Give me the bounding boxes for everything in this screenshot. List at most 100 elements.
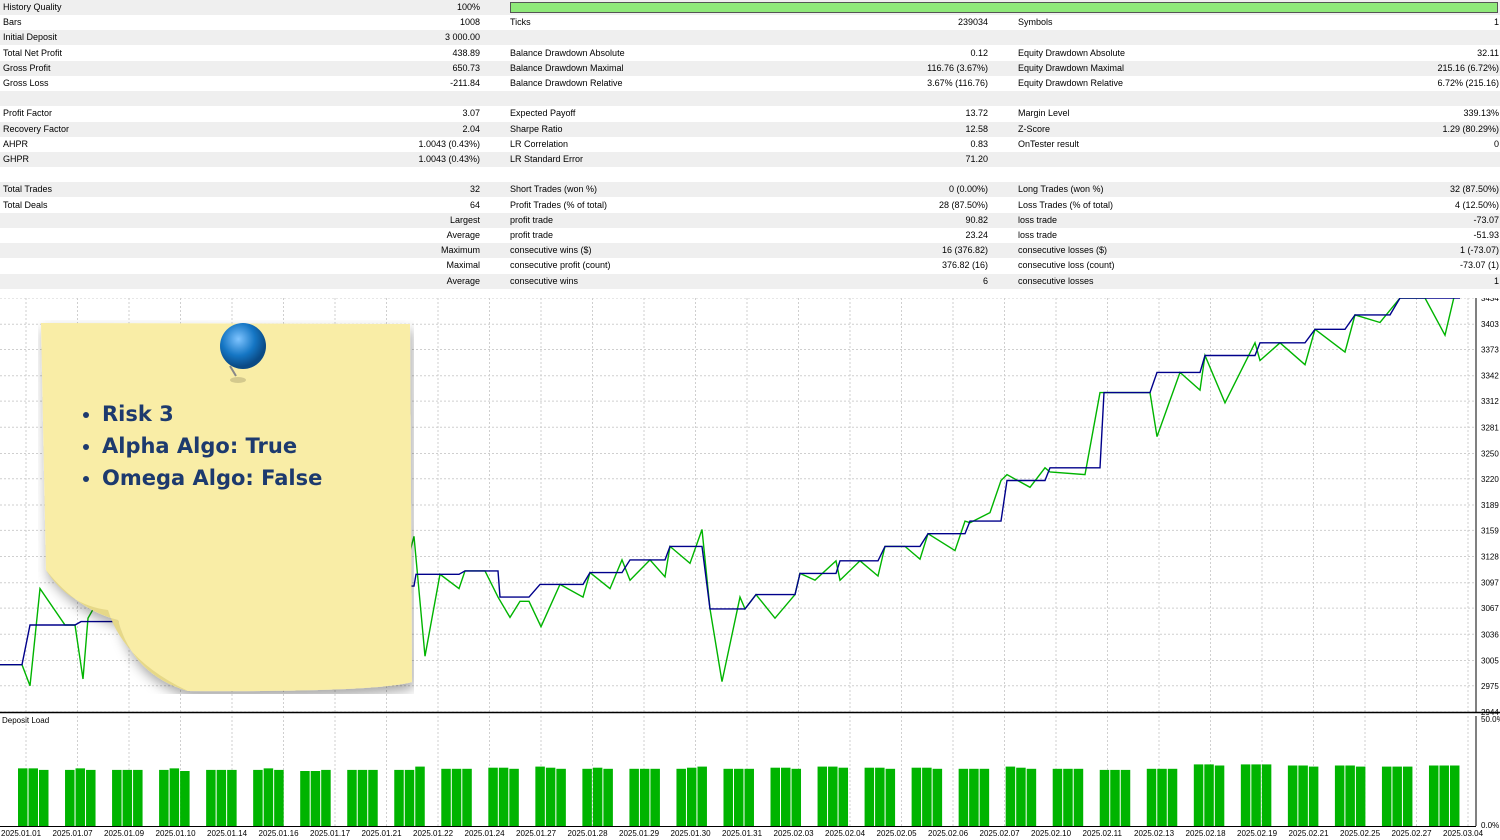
stat-label (1018, 167, 1278, 182)
stat-value: 28 (87.50%) (938, 199, 988, 210)
stat-value: -73.07 (1473, 214, 1499, 225)
deposit-load-bar (462, 768, 472, 826)
stat-label: Equity Drawdown Relative (1018, 78, 1124, 88)
deposit-load-bar (1334, 765, 1345, 826)
stat-value: 116.76 (3.67%) (927, 62, 988, 73)
deposit-load-bar (1240, 764, 1251, 826)
deposit-load-bar (1005, 766, 1016, 826)
y-tick-label: 3067 (1481, 604, 1499, 613)
stat-value (300, 167, 480, 182)
deposit-load-bar (922, 767, 932, 826)
stats-row: Bars 1008 Ticks 239034 Symbols 1 (0, 15, 1500, 30)
stat-value: 1.29 (80.29%) (1442, 123, 1499, 134)
deposit-load-bar (498, 767, 509, 826)
stats-row: Maximal consecutive profit (count) 376.82 … (0, 258, 1500, 273)
x-tick-label: 2025.02.25 (1340, 829, 1381, 838)
stat-label (3, 213, 263, 228)
deposit-load-bar (1073, 768, 1084, 826)
deposit-load-bar (1016, 767, 1026, 826)
y-tick-label: 0.0% (1481, 821, 1499, 830)
x-tick-label: 2025.01.22 (413, 829, 454, 838)
stat-value: 4 (12.50%) (1454, 199, 1499, 210)
note-item-omega: Omega Algo: False (102, 462, 322, 494)
stat-label: Short Trades (won %) (510, 184, 598, 195)
deposit-load-bar (1157, 768, 1167, 826)
deposit-load-bar (1099, 769, 1110, 826)
stat-value (1300, 152, 1499, 167)
deposit-load-bar (368, 769, 378, 826)
y-tick-label: 50.0% (1481, 715, 1500, 724)
stat-value: 3 000.00 (444, 32, 480, 43)
deposit-load-bar (723, 768, 733, 826)
deposit-load-bar (828, 766, 838, 826)
x-tick-label: 2025.03.04 (1443, 829, 1484, 838)
stat-value: 32.11 (1477, 47, 1499, 58)
deposit-load-bar (347, 769, 357, 826)
deposit-load-bar (300, 771, 310, 826)
deposit-load-bar (1287, 765, 1298, 826)
y-tick-label: 3220 (1481, 475, 1499, 484)
stat-label: Balance Drawdown Absolute (510, 47, 625, 58)
deposit-load-bar (169, 768, 180, 826)
push-pin-icon (220, 323, 266, 369)
deposit-load-bar (864, 767, 875, 826)
x-tick-label: 2025.01.28 (568, 829, 609, 838)
stat-label: LR Standard Error (510, 154, 584, 164)
deposit-load-bar (838, 767, 849, 826)
sticky-note-paper (41, 323, 412, 692)
stat-label: Profit Trades (% of total) (510, 199, 608, 210)
stat-value: 32 (87.50%) (1449, 184, 1499, 195)
deposit-load-bar (206, 769, 216, 826)
stat-value: 0.83 (970, 138, 988, 149)
deposit-load-bar (509, 768, 519, 826)
deposit-load-bar (781, 767, 791, 826)
stat-label: consecutive losses (1018, 275, 1094, 286)
stats-row: GHPR 1.0043 (0.43%) LR Standard Error 71.20 (0, 152, 1500, 167)
stat-label (510, 30, 770, 45)
stat-label (510, 167, 770, 182)
stat-label: Profit Factor (3, 108, 53, 119)
deposit-load-bar (263, 768, 274, 826)
stat-value: Average (446, 275, 480, 286)
stat-value: Maximal (446, 260, 480, 271)
deposit-load-bar (535, 766, 545, 826)
deposit-load-bar (969, 768, 979, 826)
stat-label: Z-Score (1018, 123, 1051, 134)
x-tick-label: 2025.02.13 (1134, 829, 1175, 838)
deposit-load-bar (1261, 764, 1272, 826)
stats-row: Gross Loss -211.84 Balance Drawdown Relati… (0, 76, 1500, 91)
stat-value: 100% (456, 2, 480, 12)
deposit-load-bar (394, 769, 404, 826)
stat-label: consecutive losses ($) (1018, 245, 1108, 256)
deposit-load-bar (629, 768, 639, 826)
y-tick-label: 3005 (1481, 656, 1499, 665)
stats-row: Initial Deposit 3 000.00 (0, 30, 1500, 46)
stat-value: 3.67% (116.76) (927, 78, 988, 88)
y-tick-label: 3434 (1481, 298, 1499, 303)
stat-value: 64 (469, 199, 480, 210)
stat-label (510, 91, 770, 106)
deposit-load-bar (1439, 765, 1449, 826)
x-tick-label: 2025.02.27 (1392, 829, 1433, 838)
stat-value: 215.16 (6.72%) (1437, 62, 1499, 73)
deposit-load-bar (122, 769, 133, 826)
stat-label: Total Deals (3, 199, 48, 210)
x-tick-label: 2025.01.16 (259, 829, 300, 838)
x-tick-label: 2025.02.04 (825, 829, 866, 838)
stats-row: Largest profit trade 90.82 loss trade -73.07 (0, 212, 1500, 228)
stat-value: 90.82 (965, 214, 988, 225)
deposit-load-bar (28, 768, 38, 826)
stat-label: GHPR (3, 154, 30, 164)
stat-value: 71.20 (965, 154, 988, 164)
deposit-load-bar (159, 769, 169, 826)
x-tick-label: 2025.02.05 (877, 829, 918, 838)
deposit-load-bar (112, 769, 122, 826)
deposit-load-bar (404, 769, 415, 826)
deposit-load-bar (1355, 766, 1366, 826)
stat-label: Expected Payoff (510, 108, 576, 119)
stat-label: History Quality (3, 2, 62, 12)
stat-value: 0 (0.00%) (948, 184, 988, 195)
stat-label: loss trade (1018, 230, 1058, 240)
report-stats-table: History Quality 100% Bars 1008 Ticks 239034 Sy… (0, 0, 1500, 298)
deposit-load-bar (911, 767, 922, 826)
